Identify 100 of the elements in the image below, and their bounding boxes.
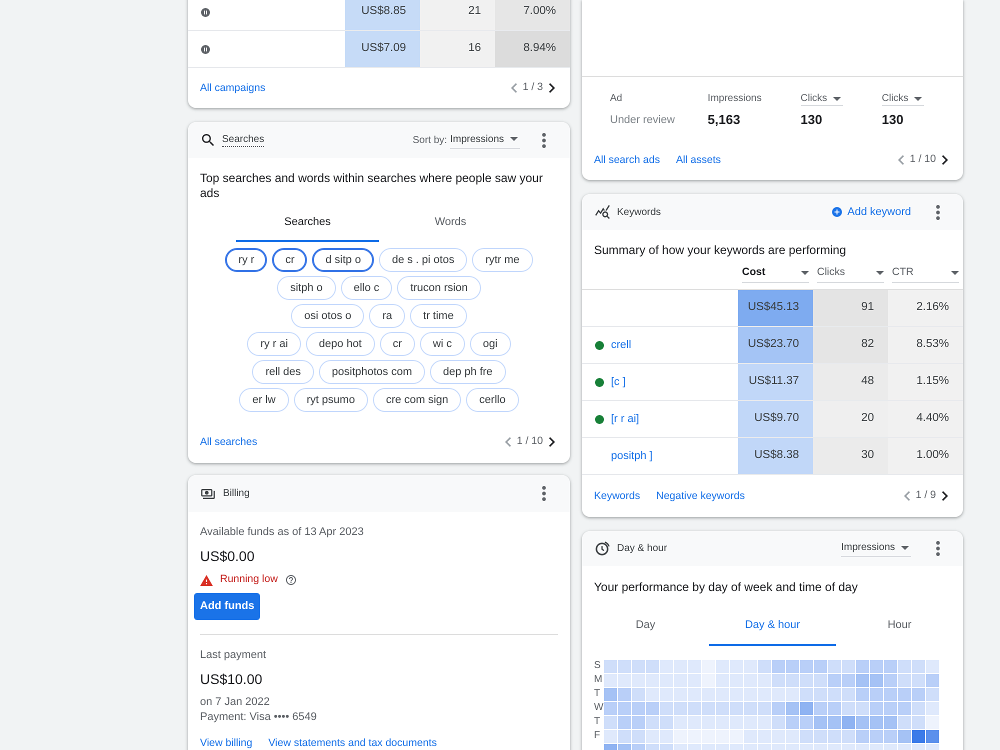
search-term-chip[interactable]: cre com sign — [372, 388, 462, 412]
footer-link[interactable]: Negative keywords — [656, 490, 745, 502]
footer-link[interactable]: View billing — [200, 737, 252, 749]
search-term-chip[interactable]: trucon rsion — [397, 276, 481, 300]
footer-link[interactable]: All search ads — [594, 154, 660, 166]
table-cell: 82 — [813, 327, 888, 363]
search-term-chip[interactable]: rytr me — [472, 248, 533, 272]
card-title: Keywords — [617, 206, 661, 220]
search-term-chip[interactable]: tr time — [410, 304, 467, 328]
more-options-icon[interactable] — [542, 486, 546, 501]
keyword-link[interactable]: [r r ai] — [611, 410, 640, 428]
day-label: F — [594, 729, 600, 743]
search-term-chip[interactable]: depo hot — [306, 332, 375, 356]
search-term-chip[interactable]: ryt psumo — [294, 388, 368, 412]
tab[interactable]: Words — [379, 204, 522, 242]
stat-value: 5,163 — [708, 112, 740, 128]
tab[interactable]: Searches — [236, 204, 379, 242]
search-term-chip[interactable]: cerllo — [466, 388, 519, 412]
search-term-chip[interactable]: ello c — [340, 276, 392, 300]
table-cell: US$45.13 — [738, 290, 813, 326]
chevron-right-icon[interactable] — [942, 155, 948, 165]
funds-amount: US$0.00 — [200, 547, 254, 566]
search-term-chip[interactable]: cr — [272, 248, 308, 272]
table-cell: 1.15% — [888, 364, 963, 400]
search-term-chip[interactable]: ry r — [225, 248, 268, 272]
table-cell: 30 — [813, 438, 888, 474]
footer-link[interactable]: View statements and tax documents — [268, 737, 437, 749]
search-term-chip[interactable]: positphotos com — [318, 360, 426, 384]
more-options-icon[interactable] — [936, 204, 940, 220]
card-title: Billing — [223, 487, 250, 501]
column-header[interactable]: CTR — [892, 264, 959, 282]
table-cell: 7.00% — [495, 0, 570, 30]
search-term-chip[interactable]: osi otos o — [291, 304, 364, 328]
more-options-icon[interactable] — [936, 541, 940, 556]
search-term-chip[interactable]: de s . pi otos — [378, 248, 468, 272]
metric-dropdown[interactable]: Clicks — [882, 92, 924, 106]
caret-down-icon — [901, 546, 909, 550]
add-funds-button[interactable]: Add funds — [194, 593, 260, 620]
search-term-chip[interactable]: dep ph fre — [430, 360, 506, 384]
search-term-chip[interactable]: er lw — [239, 388, 289, 412]
footer-link[interactable]: Keywords — [594, 490, 640, 502]
table-cell: US$11.37 — [738, 364, 813, 400]
table-cell: 16 — [420, 31, 495, 67]
footer-link[interactable]: All assets — [676, 154, 721, 166]
keyword-link[interactable]: positph ] — [611, 448, 653, 464]
footer-link[interactable]: All searches — [200, 436, 258, 448]
search-term-chip[interactable]: wi c — [420, 332, 465, 356]
chevron-right-icon[interactable] — [549, 436, 555, 446]
page-indicator: 1 / 9 — [916, 488, 936, 504]
keyword-link[interactable]: [c ] — [611, 374, 626, 390]
table-cell: US$7.09 — [345, 31, 420, 67]
search-term-chip[interactable]: ry r ai — [247, 332, 301, 356]
page-indicator: 1 / 3 — [522, 80, 543, 96]
metric-dropdown[interactable]: Impressions — [841, 540, 911, 557]
metric-dropdown[interactable]: Clicks — [800, 92, 844, 106]
sort-label: Sort by: — [412, 134, 448, 148]
clock-icon — [595, 541, 610, 556]
table-cell: 20 — [813, 401, 888, 437]
table-cell: 1.00% — [888, 438, 963, 474]
tab[interactable]: Day — [582, 606, 709, 646]
search-term-chip[interactable]: cr — [380, 332, 415, 356]
search-term-chip[interactable]: rell des — [252, 360, 314, 384]
card-title: Searches — [222, 133, 264, 147]
day-label: S — [594, 659, 601, 673]
chevron-right-icon[interactable] — [942, 491, 948, 501]
banknote-icon — [201, 488, 215, 498]
search-term-chip[interactable]: sitph o — [277, 276, 336, 300]
table-cell: 91 — [813, 290, 888, 326]
add-keyword-button[interactable]: Add keyword — [832, 204, 911, 220]
column-header[interactable]: Cost — [742, 264, 809, 282]
card-title: Day & hour — [617, 542, 668, 556]
table-cell: 2.16% — [888, 290, 963, 326]
tab[interactable]: Hour — [836, 606, 963, 646]
caret-down-icon — [801, 271, 809, 275]
page-indicator: 1 / 10 — [910, 152, 936, 168]
chevron-right-icon[interactable] — [549, 83, 555, 93]
warning-text: Running low — [220, 572, 278, 588]
stat-value: Under review — [610, 113, 675, 128]
caret-down-icon — [833, 96, 842, 100]
caret-down-icon — [510, 137, 518, 141]
search-term-chip[interactable]: d sitp o — [312, 248, 374, 272]
keyword-link[interactable]: crell — [611, 336, 632, 354]
search-term-chip[interactable]: ra — [369, 304, 406, 328]
page-indicator: 1 / 10 — [516, 434, 543, 449]
table-cell: US$8.85 — [345, 0, 420, 30]
table-cell: 8.53% — [888, 327, 963, 363]
tab[interactable]: Day & hour — [709, 606, 836, 646]
caret-down-icon — [914, 96, 922, 100]
more-options-icon[interactable] — [542, 132, 546, 148]
stat-label: Impressions — [708, 92, 762, 106]
help-icon[interactable] — [286, 575, 296, 585]
day-label: W — [594, 701, 604, 715]
table-cell: 4.40% — [888, 401, 963, 437]
column-header[interactable]: Clicks — [817, 264, 884, 282]
table-cell: US$23.70 — [738, 327, 813, 363]
card-description: Your performance by day of week and time of day — [594, 580, 859, 594]
search-term-chip[interactable]: ogi — [470, 332, 511, 356]
footer-link[interactable]: All campaigns — [200, 82, 266, 94]
warning-icon — [200, 574, 213, 586]
sort-dropdown[interactable]: Impressions — [450, 132, 520, 148]
